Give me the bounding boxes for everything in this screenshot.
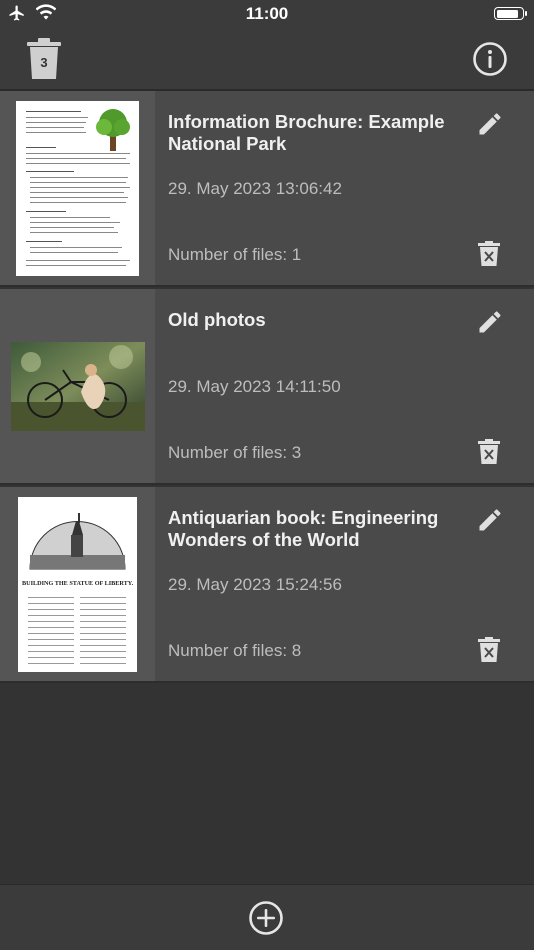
document-date: 29. May 2023 14:11:50 [168, 377, 341, 396]
document-date: 29. May 2023 15:24:56 [168, 575, 342, 594]
document-title: Old photos [168, 309, 266, 330]
delete-button[interactable] [478, 439, 500, 465]
brochure-page-thumbnail [16, 100, 139, 276]
document-thumbnail[interactable] [0, 289, 155, 483]
pencil-icon [479, 311, 501, 333]
document-file-count: Number of files: 8 [168, 641, 302, 660]
delete-icon [478, 439, 500, 464]
pencil-icon [479, 113, 501, 135]
document-file-count: Number of files: 3 [168, 443, 302, 462]
pencil-icon [479, 509, 501, 531]
document-row[interactable]: Old photos 29. May 2023 14:11:50 Number … [0, 289, 534, 485]
document-file-count: Number of files: 1 [168, 245, 302, 264]
edit-button[interactable] [476, 506, 504, 534]
status-time: 11:00 [245, 4, 289, 23]
document-title: Antiquarian book: Engineering Wonders of… [168, 507, 439, 550]
document-date: 29. May 2023 13:06:42 [168, 179, 342, 198]
document-title: Information Brochure: Example National P… [168, 111, 445, 154]
top-toolbar: 3 [0, 27, 534, 91]
trash-button[interactable]: 3 [26, 37, 62, 81]
document-row[interactable]: Information Brochure: Example National P… [0, 91, 534, 287]
delete-button[interactable] [478, 241, 500, 267]
battery-icon [494, 7, 527, 20]
old-photo-thumbnail [10, 341, 145, 431]
trash-count-badge: 3 [40, 55, 48, 70]
info-icon [473, 42, 507, 76]
add-document-button[interactable] [248, 900, 284, 936]
bottom-toolbar [0, 884, 534, 950]
battery-level [496, 9, 519, 18]
book-page-thumbnail: BUILDING THE STATUE OF LIBERTY. [18, 496, 137, 672]
book-page-headline: BUILDING THE STATUE OF LIBERTY. [22, 579, 134, 587]
document-row[interactable]: BUILDING THE STATUE OF LIBERTY. Antiquar… [0, 487, 534, 683]
document-list: Information Brochure: Example National P… [0, 91, 534, 683]
add-circle-icon [249, 901, 283, 935]
document-thumbnail[interactable] [0, 91, 155, 285]
delete-icon [478, 241, 500, 266]
edit-button[interactable] [476, 110, 504, 138]
delete-icon [478, 637, 500, 662]
delete-button[interactable] [478, 637, 500, 663]
edit-button[interactable] [476, 308, 504, 336]
info-button[interactable] [472, 41, 508, 77]
document-thumbnail[interactable]: BUILDING THE STATUE OF LIBERTY. [0, 487, 155, 681]
status-bar: 11:00 [0, 0, 534, 27]
